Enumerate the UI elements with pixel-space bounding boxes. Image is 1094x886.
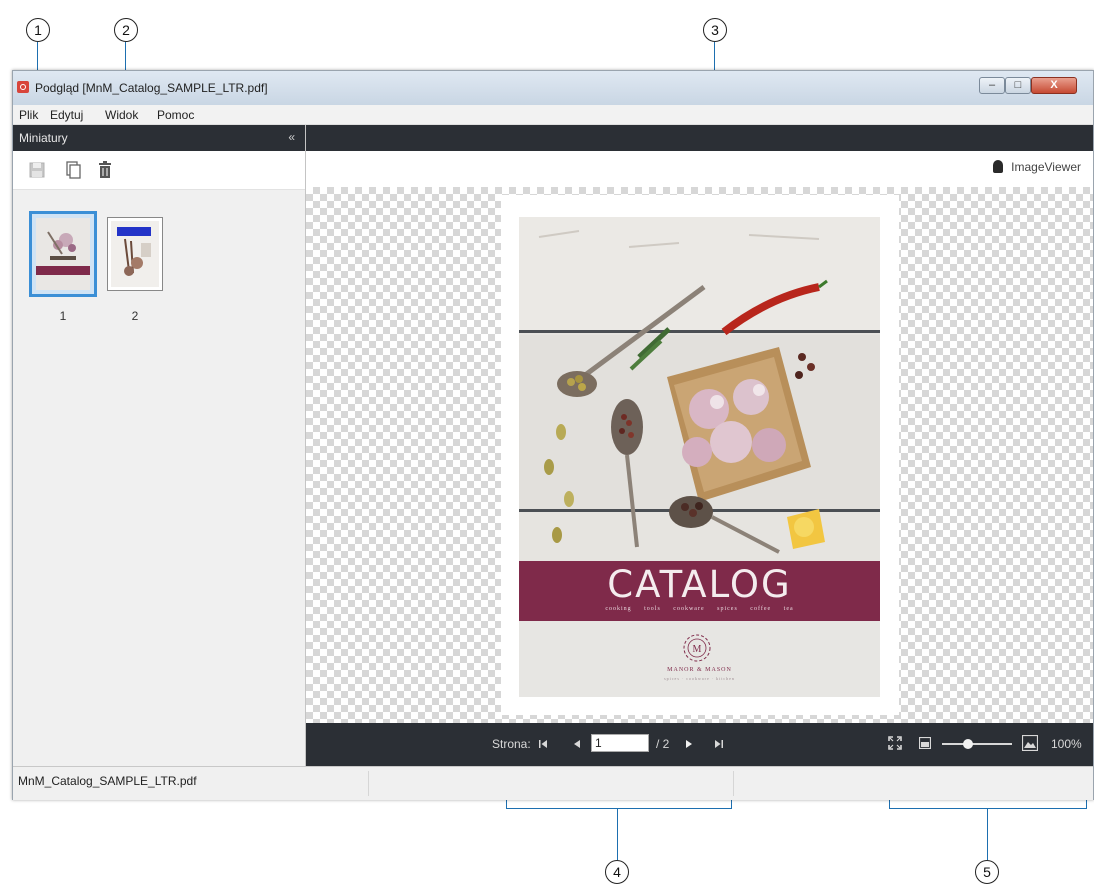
minimize-icon: – (988, 79, 996, 91)
zoom-in-image-icon[interactable] (1022, 735, 1038, 751)
callout-2: 2 (114, 18, 138, 42)
maximize-icon: □ (1014, 79, 1022, 91)
thumbnail-image-1 (36, 218, 90, 290)
document-page: CATALOG cooking tools cookware spices co… (501, 195, 899, 715)
page-number-input[interactable]: 1 (591, 734, 649, 752)
status-file-name: MnM_Catalog_SAMPLE_LTR.pdf (18, 774, 197, 788)
viewer-panel: ImageViewer CATALOG cooking tools cookwa… (306, 125, 1093, 766)
brand-name: MANOR & MASON (667, 667, 732, 673)
callout-4-bracket (506, 808, 732, 809)
callout-4-leader (617, 808, 618, 860)
thumbnail-page-2[interactable]: 2 (107, 217, 165, 323)
imageviewer-icon (993, 160, 1004, 173)
trash-icon[interactable] (95, 160, 115, 180)
page-total: / 2 (656, 737, 670, 751)
zoom-level: 100% (1051, 737, 1082, 751)
thumbnails-title: Miniatury (19, 131, 68, 145)
minimize-button[interactable]: – (979, 77, 1005, 94)
fit-page-icon[interactable] (888, 736, 902, 750)
close-button[interactable]: X (1031, 77, 1077, 94)
viewer-top-bar (306, 125, 1093, 151)
catalog-title: CATALOG (607, 563, 792, 606)
first-page-icon[interactable] (538, 739, 548, 749)
copy-icon[interactable] (63, 160, 83, 180)
thumbnails-header: Miniatury « (13, 125, 305, 151)
callout-5-bracket (889, 808, 1087, 809)
callout-3: 3 (703, 18, 727, 42)
callout-5-leader (987, 808, 988, 860)
status-bar: MnM_Catalog_SAMPLE_LTR.pdf (13, 766, 1093, 800)
preview-canvas[interactable]: CATALOG cooking tools cookware spices co… (306, 187, 1093, 723)
callout-4: 4 (605, 860, 629, 884)
next-page-icon[interactable] (684, 739, 694, 749)
status-divider (368, 771, 369, 796)
zoom-slider[interactable] (942, 736, 1012, 752)
window-title: Podgląd [MnM_Catalog_SAMPLE_LTR.pdf] (35, 81, 268, 95)
app-window: Podgląd [MnM_Catalog_SAMPLE_LTR.pdf] – □… (12, 70, 1094, 800)
menu-edit[interactable]: Edytuj (50, 108, 83, 122)
title-bar[interactable]: Podgląd [MnM_Catalog_SAMPLE_LTR.pdf] – □… (13, 71, 1093, 105)
thumbnails-toolbar (13, 151, 305, 190)
menu-view[interactable]: Widok (105, 108, 138, 122)
menu-help[interactable]: Pomoc (157, 108, 194, 122)
thumbnail-number: 1 (59, 309, 67, 323)
callout-1: 1 (26, 18, 50, 42)
thumbnail-number: 2 (131, 309, 139, 323)
collapse-panel-icon[interactable]: « (288, 130, 295, 144)
viewer-header: ImageViewer (306, 151, 1093, 187)
thumbnails-panel: Miniatury « 1 2 (13, 125, 306, 766)
zoom-out-image-icon[interactable] (919, 737, 931, 749)
thumbnail-page-1[interactable]: 1 (29, 211, 99, 323)
catalog-subtitle: cooking tools cookware spices coffee tea (605, 606, 794, 612)
logo-letter: M (693, 644, 702, 655)
menu-bar: Plik Edytuj Widok Pomoc (13, 105, 1093, 125)
viewer-toolbar: Strona: 1 / 2 100% (306, 723, 1093, 766)
imageviewer-label: ImageViewer (1011, 160, 1081, 174)
brand-tagline: spices · cookware · kitchen (664, 676, 735, 681)
thumbnail-image-2 (111, 221, 159, 287)
page-label: Strona: (492, 737, 531, 751)
catalog-cover: CATALOG cooking tools cookware spices co… (519, 217, 880, 697)
maximize-button[interactable]: □ (1005, 77, 1031, 94)
close-icon: X (1050, 79, 1058, 91)
cover-photo (519, 217, 880, 561)
app-icon (17, 81, 29, 93)
save-icon[interactable] (27, 160, 47, 180)
status-divider (733, 771, 734, 796)
last-page-icon[interactable] (714, 739, 724, 749)
imageviewer-brand: ImageViewer (993, 160, 1081, 174)
zoom-slider-thumb (963, 739, 973, 749)
brand-logo: M (683, 634, 711, 662)
menu-file[interactable]: Plik (19, 108, 38, 122)
catalog-banner: CATALOG cooking tools cookware spices co… (519, 561, 880, 621)
previous-page-icon[interactable] (572, 739, 582, 749)
callout-5: 5 (975, 860, 999, 884)
